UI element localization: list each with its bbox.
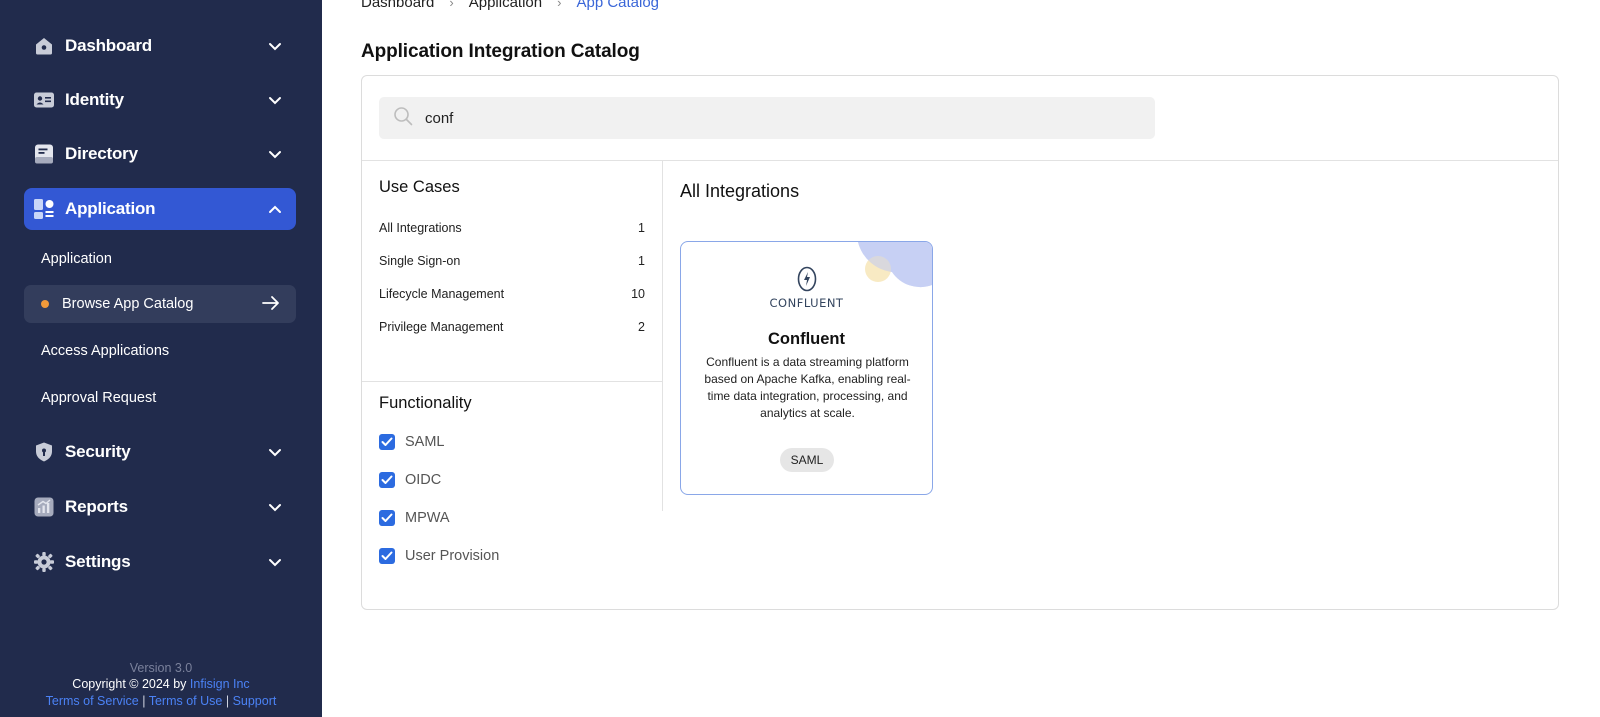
- subnav-label: Access Applications: [41, 343, 170, 359]
- subnav-label: Application: [41, 251, 112, 267]
- nav-item-application[interactable]: Application: [24, 188, 296, 230]
- company-link[interactable]: Infisign Inc: [190, 677, 250, 691]
- subnav-browse-app-catalog[interactable]: Browse App Catalog: [24, 285, 296, 323]
- breadcrumb-application[interactable]: Application: [469, 0, 542, 11]
- integration-card-confluent[interactable]: CONFLUENT Confluent Confluent is a data …: [680, 241, 933, 495]
- support-link[interactable]: Support: [233, 694, 277, 708]
- search-input[interactable]: [425, 109, 1125, 127]
- functionality-title: Functionality: [379, 394, 472, 412]
- breadcrumb: Dashboard › Application › App Catalog: [361, 0, 659, 11]
- use-case-all-integrations[interactable]: All Integrations 1: [379, 221, 645, 235]
- nav-item-settings[interactable]: Settings: [24, 541, 296, 583]
- search-icon: [393, 106, 413, 131]
- use-case-count: 2: [638, 320, 645, 334]
- directory-icon: [33, 143, 55, 165]
- nav-label: Settings: [65, 552, 131, 571]
- filter-oidc[interactable]: OIDC: [379, 472, 441, 488]
- divider: [362, 160, 1558, 161]
- nav-item-dashboard[interactable]: Dashboard: [24, 25, 296, 67]
- breadcrumb-separator: ›: [557, 0, 562, 10]
- lightning-bolt-icon: [797, 266, 816, 292]
- breadcrumb-separator: ›: [449, 0, 454, 10]
- breadcrumb-dashboard[interactable]: Dashboard: [361, 0, 434, 11]
- home-icon: [33, 35, 55, 57]
- filter-label: SAML: [405, 434, 445, 450]
- terms-of-use-link[interactable]: Terms of Use: [149, 694, 223, 708]
- nav-label: Security: [65, 442, 131, 461]
- chevron-down-icon[interactable]: [260, 150, 290, 159]
- checkbox-checked[interactable]: [379, 434, 395, 450]
- filter-label: OIDC: [405, 472, 442, 488]
- subnav-approval-request[interactable]: Approval Request: [24, 379, 296, 417]
- nav-item-directory[interactable]: Directory: [24, 133, 296, 175]
- chevron-down-icon[interactable]: [260, 96, 290, 105]
- reports-chart-icon: [33, 496, 55, 518]
- footer-separator: |: [138, 693, 149, 708]
- use-case-single-sign-on[interactable]: Single Sign-on 1: [379, 254, 645, 268]
- divider: [362, 381, 662, 382]
- page-title: Application Integration Catalog: [361, 41, 640, 62]
- use-case-label: All Integrations: [379, 221, 462, 235]
- chevron-down-icon[interactable]: [260, 42, 290, 51]
- use-case-privilege-management[interactable]: Privilege Management 2: [379, 320, 645, 334]
- use-cases-title: Use Cases: [379, 178, 460, 196]
- search-box[interactable]: [379, 97, 1155, 139]
- filter-user-provision[interactable]: User Provision: [379, 548, 499, 564]
- use-case-label: Lifecycle Management: [379, 287, 505, 301]
- nav-item-identity[interactable]: Identity: [24, 79, 296, 121]
- chevron-down-icon[interactable]: [260, 448, 290, 457]
- use-case-count: 1: [638, 254, 645, 268]
- catalog-panel: Use Cases All Integrations 1 Single Sign…: [361, 75, 1559, 610]
- checkbox-checked[interactable]: [379, 472, 395, 488]
- card-description: Confluent is a data streaming platform b…: [704, 355, 911, 420]
- breadcrumb-app-catalog: App Catalog: [576, 0, 660, 11]
- use-case-label: Privilege Management: [379, 320, 504, 334]
- chevron-up-icon[interactable]: [260, 205, 290, 214]
- use-case-count: 10: [631, 287, 645, 301]
- subnav-label: Approval Request: [41, 390, 157, 406]
- copyright-text: Copyright © 2024 by: [72, 677, 187, 691]
- checkbox-checked[interactable]: [379, 510, 395, 526]
- subnav-application[interactable]: Application: [24, 240, 296, 278]
- use-case-count: 1: [638, 221, 645, 235]
- nav-label: Application: [65, 199, 156, 218]
- integrations-title: All Integrations: [680, 181, 800, 201]
- shield-icon: [33, 441, 55, 463]
- terms-of-service-link[interactable]: Terms of Service: [46, 694, 139, 708]
- footer-separator: |: [222, 693, 233, 708]
- apps-grid-icon: [33, 198, 55, 220]
- chevron-down-icon[interactable]: [260, 558, 290, 567]
- use-case-label: Single Sign-on: [379, 254, 461, 268]
- subnav-access-applications[interactable]: Access Applications: [24, 332, 296, 370]
- nav-label: Reports: [65, 497, 128, 516]
- confluent-logo: CONFLUENT: [681, 266, 932, 310]
- active-dot: [41, 300, 49, 308]
- checkbox-checked[interactable]: [379, 548, 395, 564]
- version-text: Version 3.0: [129, 660, 193, 675]
- chevron-down-icon[interactable]: [260, 503, 290, 512]
- use-case-lifecycle-management[interactable]: Lifecycle Management 10: [379, 287, 645, 301]
- filter-mpwa[interactable]: MPWA: [379, 510, 450, 526]
- gear-icon: [33, 551, 55, 573]
- subnav-label: Browse App Catalog: [62, 296, 194, 312]
- footer-links: Terms of Service | Terms of Use | Suppor…: [0, 693, 322, 710]
- nav-label: Dashboard: [65, 36, 152, 55]
- divider: [662, 161, 663, 511]
- arrow-right-icon: [262, 295, 280, 315]
- logo-text: CONFLUENT: [769, 296, 844, 310]
- filter-label: MPWA: [405, 510, 450, 526]
- sidebar: Dashboard Identity Directory Application…: [0, 0, 322, 717]
- id-card-icon: [33, 89, 55, 111]
- nav-item-security[interactable]: Security: [24, 431, 296, 473]
- filter-saml[interactable]: SAML: [379, 434, 445, 450]
- nav-item-reports[interactable]: Reports: [24, 486, 296, 528]
- sidebar-footer: Version 3.0 Copyright © 2024 by Infisign…: [0, 660, 322, 710]
- copyright-line: Copyright © 2024 by Infisign Inc: [0, 676, 322, 693]
- filter-label: User Provision: [405, 548, 500, 564]
- card-title: Confluent: [768, 330, 845, 348]
- nav-label: Directory: [65, 144, 138, 163]
- nav-label: Identity: [65, 90, 124, 109]
- protocol-tag: SAML: [780, 448, 834, 472]
